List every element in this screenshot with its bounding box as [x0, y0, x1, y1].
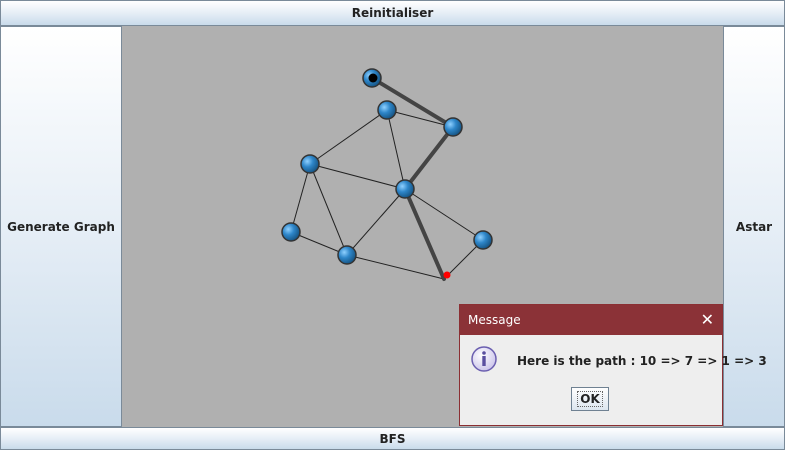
- close-icon[interactable]: ✕: [701, 312, 714, 328]
- message-dialog: Message ✕ Here is the path : 10 => 7 => …: [459, 304, 767, 426]
- graph-node[interactable]: [473, 230, 493, 250]
- graph-nodes: [281, 68, 493, 265]
- graph-node[interactable]: [395, 179, 415, 199]
- graph-edge: [386, 109, 406, 190]
- information-icon: [471, 346, 497, 372]
- graph-edge: [386, 109, 454, 128]
- graph-edge: [309, 163, 348, 256]
- graph-edge: [309, 109, 388, 165]
- ok-button[interactable]: OK: [571, 387, 609, 411]
- path-edge: [403, 125, 455, 191]
- graph-edge: [346, 188, 406, 256]
- dialog-titlebar[interactable]: Message ✕: [460, 305, 722, 335]
- graph-edge: [290, 163, 311, 233]
- dialog-message: Here is the path : 10 => 7 => 1 => 3: [517, 354, 767, 368]
- end-marker: [443, 271, 451, 279]
- graph-edge: [309, 163, 406, 190]
- start-marker: [368, 73, 378, 83]
- dialog-body: Here is the path : 10 => 7 => 1 => 3 OK: [460, 335, 767, 425]
- generate-graph-button[interactable]: Generate Graph: [0, 26, 122, 427]
- dialog-title: Message: [468, 313, 521, 327]
- graph-node[interactable]: [281, 222, 301, 242]
- graph-node[interactable]: [300, 154, 320, 174]
- ok-label: OK: [577, 391, 603, 407]
- graph-edge: [346, 254, 445, 280]
- graph-node[interactable]: [443, 117, 463, 137]
- path-edge: [403, 187, 446, 281]
- graph-node[interactable]: [377, 100, 397, 120]
- reinitialiser-button[interactable]: Reinitialiser: [0, 0, 785, 26]
- bfs-button[interactable]: BFS: [0, 427, 785, 450]
- graph-node[interactable]: [337, 245, 357, 265]
